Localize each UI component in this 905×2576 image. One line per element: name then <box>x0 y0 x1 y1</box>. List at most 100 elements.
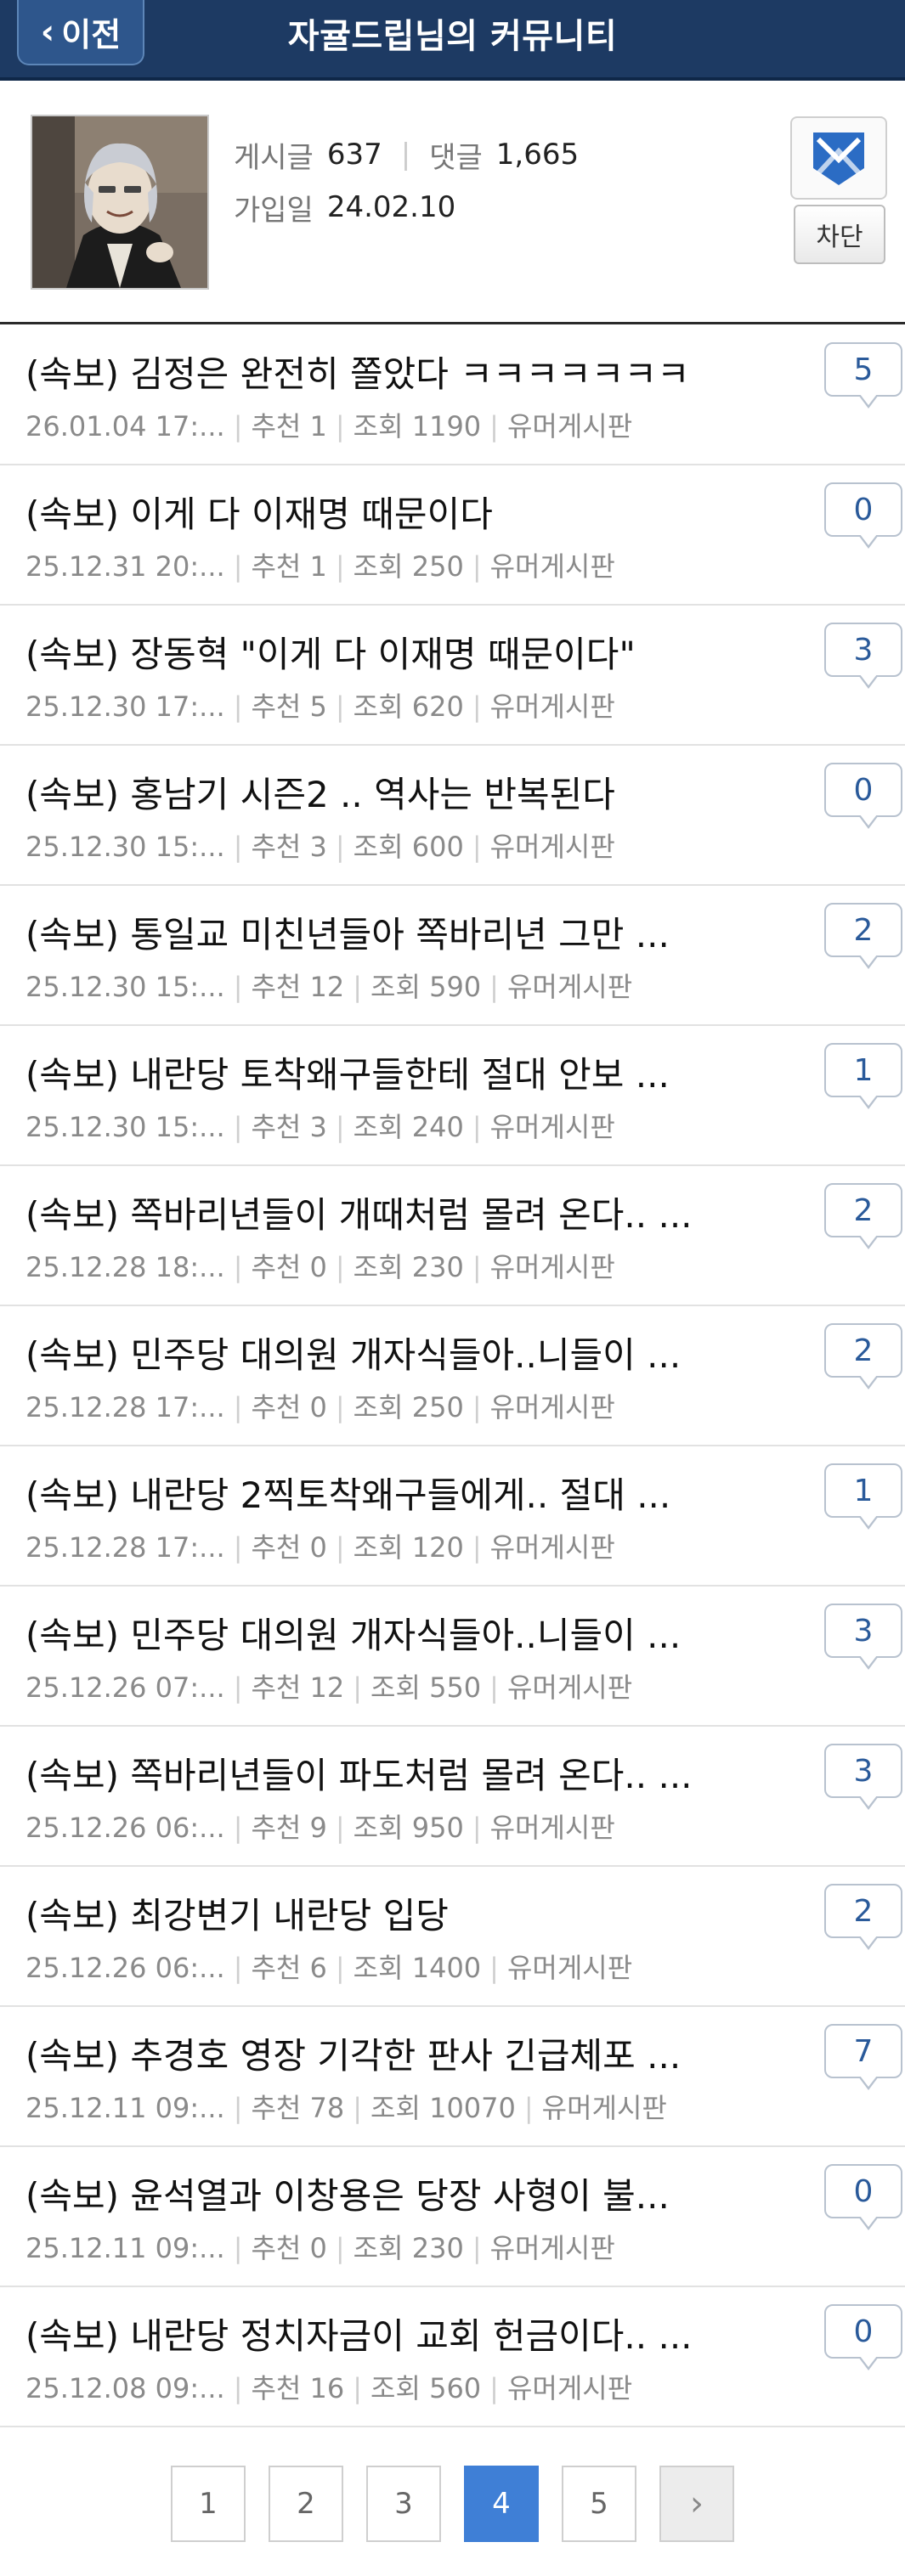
joined-date-label: 가입일 <box>234 193 314 228</box>
list-item[interactable]: (속보) 쪽바리년들이 파도처럼 몰려 온다.. ... 25.12.26 06:… <box>0 1727 905 1867</box>
post-date: 25.12.28 17:... <box>25 1391 225 1423</box>
comment-count-badge[interactable]: 5 <box>824 342 902 409</box>
profile-stats: 게시글 637 | 댓글 1,665 가입일 24.02.10 <box>234 128 579 234</box>
post-title[interactable]: (속보) 이게 다 이재명 때문이다 <box>25 486 790 538</box>
list-item[interactable]: (속보) 내란당 정치자금이 교회 헌금이다.. ... 25.12.08 09:… <box>0 2287 905 2427</box>
post-title[interactable]: (속보) 내란당 2찍토착왜구들에게.. 절대 ... <box>25 1467 790 1519</box>
comment-count-badge[interactable]: 2 <box>824 1183 902 1249</box>
list-item[interactable]: (속보) 내란당 2찍토착왜구들에게.. 절대 ... 25.12.28 17:.… <box>0 1446 905 1587</box>
page-button[interactable]: 3 <box>366 2466 441 2542</box>
page-button[interactable]: 5 <box>562 2466 636 2542</box>
meta-divider: | <box>335 550 345 583</box>
post-view-count: 조회 1400 <box>353 1952 482 1984</box>
meta-divider: | <box>523 2092 534 2124</box>
meta-divider: | <box>489 1671 499 1704</box>
block-button[interactable]: 차단 <box>794 205 885 264</box>
page-title: 자귤드립님의 커뮤니티 <box>287 17 618 56</box>
list-item[interactable]: (속보) 추경호 영장 기각한 판사 긴급체포 ... 25.12.11 09:.… <box>0 2007 905 2147</box>
meta-divider: | <box>233 1531 243 1564</box>
post-title[interactable]: (속보) 홍남기 시즌2 .. 역사는 반복된다 <box>25 766 790 818</box>
post-view-count: 조회 230 <box>353 2232 464 2264</box>
list-item[interactable]: (속보) 김정은 완전히 쫄았다 ㅋㅋㅋㅋㅋㅋㅋ 26.01.04 17:... |… <box>0 325 905 465</box>
post-title[interactable]: (속보) 쪽바리년들이 개때처럼 몰려 온다.. ... <box>25 1187 790 1238</box>
comment-count-badge[interactable]: 3 <box>824 1744 902 1810</box>
post-date: 25.12.28 18:... <box>25 1251 225 1283</box>
post-title[interactable]: (속보) 내란당 토착왜구들한테 절대 안보 ... <box>25 1046 790 1098</box>
list-item[interactable]: (속보) 쪽바리년들이 개때처럼 몰려 온다.. ... 25.12.28 18:… <box>0 1166 905 1306</box>
list-item[interactable]: (속보) 민주당 대의원 개자식들아..니들이 ... 25.12.28 17:.… <box>0 1306 905 1446</box>
meta-divider: | <box>335 1251 345 1283</box>
post-title[interactable]: (속보) 통일교 미친년들아 쪽바리년 그만 ... <box>25 906 790 958</box>
comment-count-badge[interactable]: 0 <box>824 2304 902 2370</box>
list-item[interactable]: (속보) 이게 다 이재명 때문이다 25.12.31 20:... | 추천 1 | 조… <box>0 465 905 606</box>
meta-divider: | <box>233 410 243 442</box>
comment-count-badge[interactable]: 3 <box>824 1604 902 1670</box>
post-view-count: 조회 240 <box>353 1111 464 1143</box>
post-meta: 25.12.30 15:... | 추천 12 | 조회 590 | 유머게시판 <box>25 966 632 1005</box>
comment-count-badge[interactable]: 2 <box>824 1884 902 1950</box>
post-title[interactable]: (속보) 최강변기 내란당 입당 <box>25 1887 790 1939</box>
post-title[interactable]: (속보) 쪽바리년들이 파도처럼 몰려 온다.. ... <box>25 1747 790 1799</box>
post-view-count: 조회 950 <box>353 1812 464 1844</box>
post-recommend-count: 추천 5 <box>251 691 327 723</box>
meta-divider: | <box>489 1952 499 1984</box>
comment-count-badge[interactable]: 3 <box>824 623 902 689</box>
post-recommend-count: 추천 9 <box>251 1812 327 1844</box>
page-button[interactable]: 2 <box>269 2466 343 2542</box>
post-title[interactable]: (속보) 장동혁 "이게 다 이재명 때문이다" <box>25 626 790 678</box>
meta-divider: | <box>233 1251 243 1283</box>
meta-divider: | <box>233 2232 243 2264</box>
meta-divider: | <box>472 1391 482 1423</box>
list-item[interactable]: (속보) 홍남기 시즌2 .. 역사는 반복된다 25.12.30 15:... |… <box>0 746 905 886</box>
list-item[interactable]: (속보) 장동혁 "이게 다 이재명 때문이다" 25.12.30 17:... |… <box>0 606 905 746</box>
meta-divider: | <box>472 1111 482 1143</box>
post-board-name: 유머게시판 <box>506 971 633 1003</box>
post-date: 25.12.11 09:... <box>25 2092 225 2124</box>
post-title[interactable]: (속보) 민주당 대의원 개자식들아..니들이 ... <box>25 1327 790 1378</box>
post-recommend-count: 추천 0 <box>251 1251 327 1283</box>
comment-count-badge[interactable]: 2 <box>824 903 902 969</box>
comment-count-badge[interactable]: 0 <box>824 2164 902 2230</box>
meta-divider: | <box>233 1952 243 1984</box>
post-view-count: 조회 550 <box>370 1671 482 1704</box>
comment-count-badge[interactable]: 2 <box>824 1323 902 1389</box>
meta-divider: | <box>233 1812 243 1844</box>
post-meta: 25.12.30 15:... | 추천 3 | 조회 240 | 유머게시판 <box>25 1106 615 1145</box>
post-meta: 25.12.08 09:... | 추천 16 | 조회 560 | 유머게시판 <box>25 2367 632 2406</box>
avatar[interactable] <box>31 115 209 290</box>
post-title[interactable]: (속보) 민주당 대의원 개자식들아..니들이 ... <box>25 1607 790 1659</box>
post-recommend-count: 추천 1 <box>251 410 327 442</box>
next-page-button[interactable]: › <box>659 2466 734 2542</box>
meta-divider: | <box>472 831 482 863</box>
page-button[interactable]: 4 <box>464 2466 539 2542</box>
post-date: 25.12.30 15:... <box>25 831 225 863</box>
comment-count-badge[interactable]: 1 <box>824 1043 902 1109</box>
post-title[interactable]: (속보) 윤석열과 이창용은 당장 사형이 불... <box>25 2167 790 2219</box>
list-item[interactable]: (속보) 통일교 미친년들아 쪽바리년 그만 ... 25.12.30 15:..… <box>0 886 905 1026</box>
post-title[interactable]: (속보) 김정은 완전히 쫄았다 ㅋㅋㅋㅋㅋㅋㅋ <box>25 346 790 397</box>
comment-count-badge[interactable]: 0 <box>824 763 902 829</box>
list-item[interactable]: (속보) 내란당 토착왜구들한테 절대 안보 ... 25.12.30 15:..… <box>0 1026 905 1166</box>
joined-date: 24.02.10 <box>326 190 456 224</box>
meta-divider: | <box>335 691 345 723</box>
post-board-name: 유머게시판 <box>489 550 615 583</box>
post-meta: 25.12.30 17:... | 추천 5 | 조회 620 | 유머게시판 <box>25 685 615 724</box>
post-title[interactable]: (속보) 내란당 정치자금이 교회 헌금이다.. ... <box>25 2308 790 2359</box>
user-badge-button[interactable] <box>790 116 887 200</box>
page-button[interactable]: 1 <box>171 2466 246 2542</box>
post-meta: 25.12.30 15:... | 추천 3 | 조회 600 | 유머게시판 <box>25 826 615 865</box>
post-board-name: 유머게시판 <box>506 410 633 442</box>
list-item[interactable]: (속보) 최강변기 내란당 입당 25.12.26 06:... | 추천 6 | 조회 … <box>0 1867 905 2007</box>
post-meta: 25.12.26 06:... | 추천 9 | 조회 950 | 유머게시판 <box>25 1807 615 1846</box>
list-item[interactable]: (속보) 윤석열과 이창용은 당장 사형이 불... 25.12.11 09:..… <box>0 2147 905 2287</box>
pagination: 1 2 3 4 5 › <box>0 2466 905 2544</box>
comments-count: 1,665 <box>495 138 580 172</box>
meta-divider: | <box>335 1111 345 1143</box>
list-item[interactable]: (속보) 민주당 대의원 개자식들아..니들이 ... 25.12.26 07:.… <box>0 1587 905 1727</box>
post-title[interactable]: (속보) 추경호 영장 기각한 판사 긴급체포 ... <box>25 2027 790 2079</box>
post-board-name: 유머게시판 <box>506 1952 633 1984</box>
comment-count-badge[interactable]: 0 <box>824 482 902 549</box>
comment-count-badge[interactable]: 7 <box>824 2024 902 2090</box>
comment-count-badge[interactable]: 1 <box>824 1463 902 1530</box>
post-board-name: 유머게시판 <box>489 1812 615 1844</box>
